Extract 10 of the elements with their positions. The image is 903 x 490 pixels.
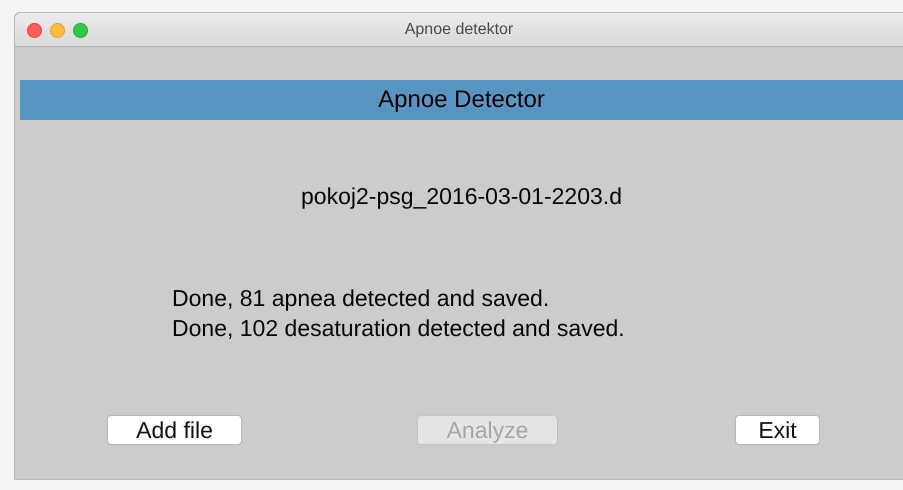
- close-button[interactable]: [27, 23, 42, 38]
- window-title: Apnoe detektor: [404, 20, 514, 38]
- status-message: Done, 102 desaturation detected and saved.: [172, 314, 625, 343]
- file-name: pokoj2-psg_2016-03-01-2203.d: [301, 183, 622, 209]
- action-button[interactable]: Exit: [735, 415, 820, 445]
- app-title: Apnoe Detector: [378, 86, 545, 114]
- status-message: Done, 81 apnea detected and saved.: [172, 284, 550, 313]
- zoom-button[interactable]: [73, 23, 88, 38]
- minimize-button[interactable]: [50, 23, 65, 38]
- action-button[interactable]: Add file: [107, 415, 242, 445]
